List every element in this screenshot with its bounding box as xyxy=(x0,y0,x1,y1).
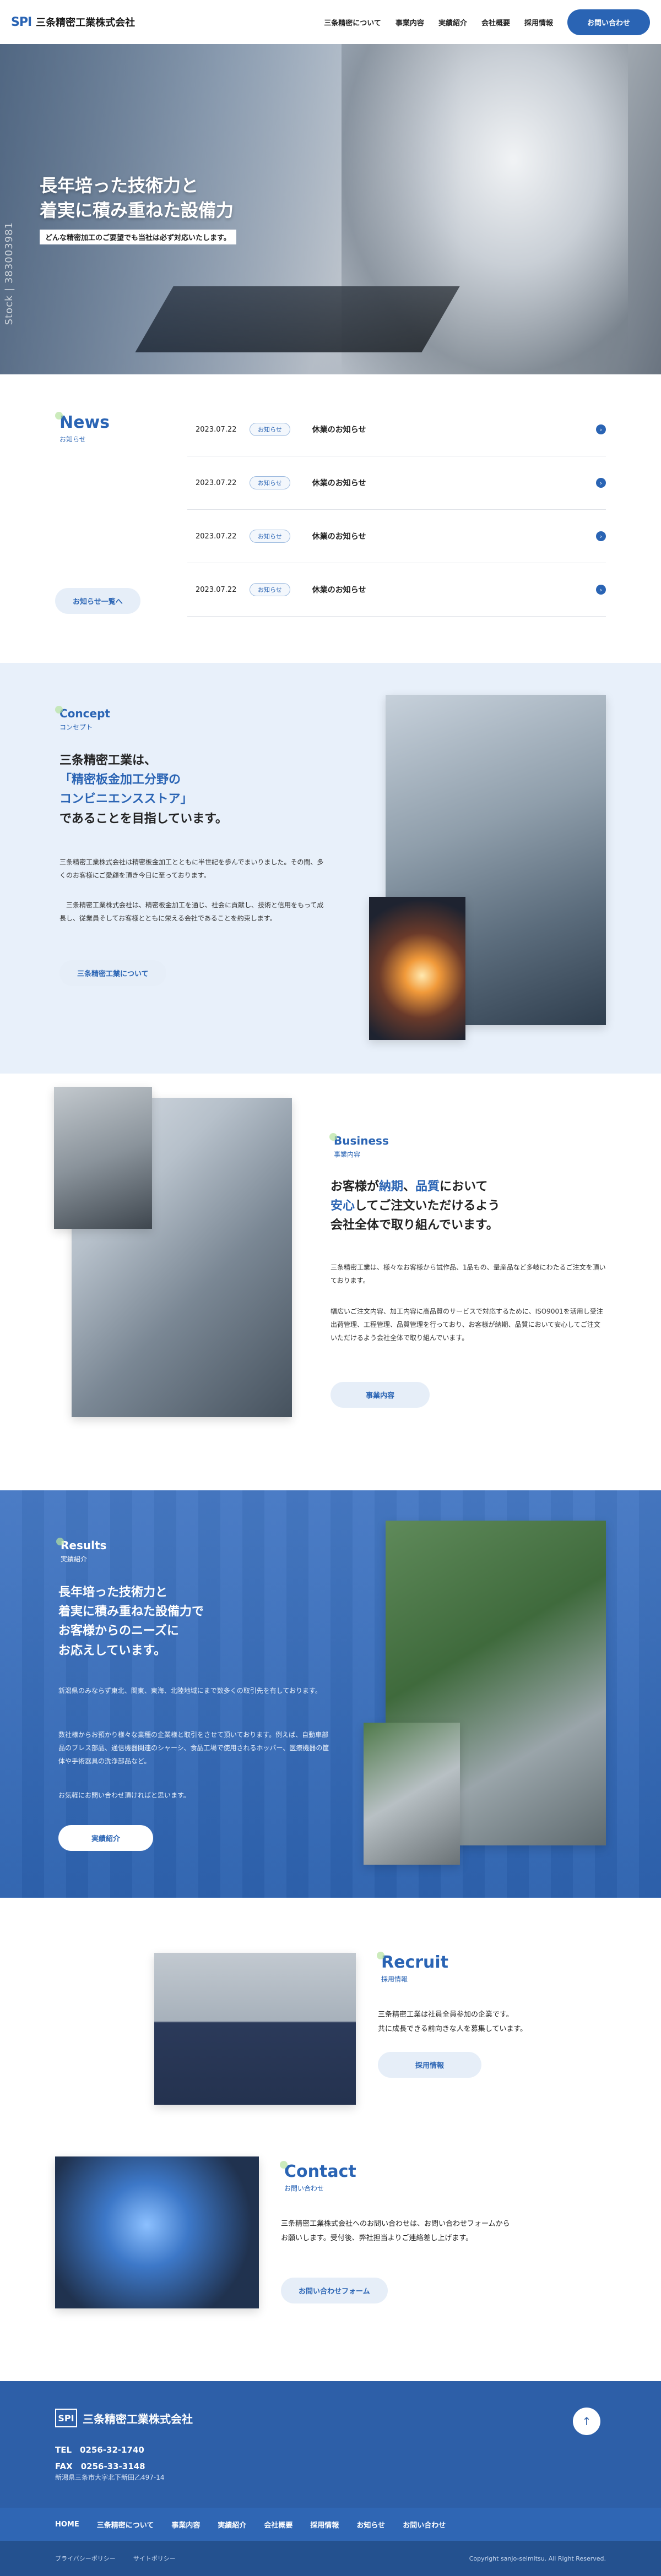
business-paragraph: 三条精密工業は、様々なお客様から試作品、1品もの、量産品など多岐にわたるご注文を… xyxy=(330,1264,606,1284)
site-logo[interactable]: SPI 三条精密工業株式会社 xyxy=(11,15,135,29)
news-date: 2023.07.22 xyxy=(196,478,237,487)
logo-text: 三条精密工業株式会社 xyxy=(36,17,136,29)
footer-address: 新潟県三条市大字北下新田乙497-14 xyxy=(55,2474,165,2481)
news-title-text: 休業のお知らせ xyxy=(312,479,366,488)
recruit-section: Recruit 採用情報 三条精密工業は社員全員参加の企業です。 共に成長できる… xyxy=(0,1898,661,2156)
hero-photo-credit: Stock | 383003981 xyxy=(3,221,15,325)
footer-nav-results[interactable]: 実績紹介 xyxy=(218,2519,246,2530)
recruit-paragraph: 三条精密工業は社員全員参加の企業です。 共に成長できる前向きな人を募集しています… xyxy=(378,2011,528,2033)
nav-business[interactable]: 事業内容 xyxy=(395,17,424,28)
nav-company[interactable]: 会社概要 xyxy=(481,17,510,28)
logo-mark: SPI xyxy=(11,15,32,29)
arrow-right-icon: › xyxy=(596,585,606,595)
contact-photo-mail xyxy=(55,2156,259,2308)
concept-paragraph: 三条精密工業株式会社は、精密板金加工を通じ、社会に貢献し、技術と信用をもって成長… xyxy=(59,901,324,922)
nav-recruit[interactable]: 採用情報 xyxy=(524,17,553,28)
privacy-policy-link[interactable]: プライバシーポリシー xyxy=(55,2554,116,2563)
site-footer: SPI 三条精密工業株式会社 TEL 0256-32-1740 FAX 0256… xyxy=(0,2381,661,2576)
footer-nav-contact[interactable]: お問い合わせ xyxy=(403,2519,446,2530)
results-photo-parts-detail xyxy=(364,1723,460,1865)
recruit-title: Recruit 採用情報 xyxy=(377,1952,448,1984)
news-list: 2023.07.22 お知らせ 休業のお知らせ › 2023.07.22 お知ら… xyxy=(187,403,606,617)
nav-about[interactable]: 三条精密について xyxy=(324,17,381,28)
business-photo-bending xyxy=(54,1087,152,1229)
arrow-right-icon: › xyxy=(596,531,606,541)
global-nav: 三条精密について 事業内容 実績紹介 会社概要 採用情報 xyxy=(324,17,553,28)
news-item[interactable]: 2023.07.22 お知らせ 休業のお知らせ › xyxy=(187,403,606,456)
footer-nav-about[interactable]: 三条精密について xyxy=(97,2519,154,2530)
hero-tagline: どんな精密加工のご要望でも当社は必ず対応いたします。 xyxy=(40,229,236,244)
news-item[interactable]: 2023.07.22 お知らせ 休業のお知らせ › xyxy=(187,456,606,510)
hero: 長年培った技術力と 着実に積み重ねた設備力 どんな精密加工のご要望でも当社は必ず… xyxy=(0,44,661,374)
footer-bottom-bar: プライバシーポリシー サイトポリシー Copyright sanjo-seimi… xyxy=(0,2541,661,2576)
results-button[interactable]: 実績紹介 xyxy=(58,1825,154,1851)
footer-nav-recruit[interactable]: 採用情報 xyxy=(310,2519,339,2530)
news-title-text: 休業のお知らせ xyxy=(312,586,366,595)
news-item[interactable]: 2023.07.22 お知らせ 休業のお知らせ › xyxy=(187,563,606,617)
news-date: 2023.07.22 xyxy=(196,425,237,434)
news-date: 2023.07.22 xyxy=(196,585,237,594)
arrow-right-icon: › xyxy=(596,478,606,488)
back-to-top-button[interactable]: ↑ xyxy=(573,2408,600,2435)
news-badge: お知らせ xyxy=(250,423,290,436)
news-badge: お知らせ xyxy=(250,583,290,596)
hero-copy: 長年培った技術力と 着実に積み重ねた設備力 どんな精密加工のご要望でも当社は必ず… xyxy=(40,173,236,244)
news-list-button[interactable]: お知らせ一覧へ xyxy=(55,588,140,614)
business-button[interactable]: 事業内容 xyxy=(330,1382,430,1408)
results-title: Results 実績紹介 xyxy=(56,1538,106,1564)
business-section: Business 事業内容 お客様が納期、品質において 安心してご注文いただける… xyxy=(0,1074,661,1490)
news-badge: お知らせ xyxy=(250,530,290,543)
contact-paragraph: 三条精密工業株式会社へのお問い合わせは、お問い合わせフォームからお願いします。受… xyxy=(281,2220,510,2242)
site-header: SPI 三条精密工業株式会社 三条精密について 事業内容 実績紹介 会社概要 採… xyxy=(0,0,661,44)
concept-about-button[interactable]: 三条精密工業について xyxy=(59,960,166,986)
concept-title: Concept コンセプト xyxy=(55,706,110,732)
results-paragraph: 数社様からお預かり様々な業種の企業様と取引をさせて頂いております。例えば、自動車… xyxy=(58,1731,329,1765)
footer-company-name: 三条精密工業株式会社 xyxy=(83,2412,193,2426)
footer-nav-business[interactable]: 事業内容 xyxy=(171,2519,200,2530)
news-title: News お知らせ xyxy=(55,412,110,444)
footer-contact-info: TEL 0256-32-1740 FAX 0256-33-3148 xyxy=(55,2442,145,2475)
concept-section: Concept コンセプト 三条精密工業は、 「精密板金加工分野の コンビニエン… xyxy=(0,663,661,1074)
header-contact-button[interactable]: お問い合わせ xyxy=(567,9,650,35)
concept-paragraph: 三条精密工業株式会社は精密板金加工とともに半世紀を歩んでまいりました。その間、多… xyxy=(59,858,324,879)
results-paragraph: 新潟県のみならず東北、関東、東海、北陸地域にまで数多くの取引先を有しております。 xyxy=(58,1687,322,1695)
results-section: Results 実績紹介 長年培った技術力と 着実に積み重ねた設備力で お客様か… xyxy=(0,1490,661,1898)
results-paragraph: お気軽にお問い合わせ頂ければと思います。 xyxy=(58,1791,190,1799)
footer-nav-news[interactable]: お知らせ xyxy=(356,2519,385,2530)
contact-title: Contact お問い合わせ xyxy=(280,2161,356,2193)
arrow-right-icon: › xyxy=(596,424,606,434)
news-title-text: 休業のお知らせ xyxy=(312,532,366,541)
footer-logo[interactable]: SPI 三条精密工業株式会社 xyxy=(55,2409,193,2427)
results-heading: 長年培った技術力と 着実に積み重ねた設備力で お客様からのニーズに お応えしてい… xyxy=(58,1586,204,1658)
hero-title: 長年培った技術力と 着実に積み重ねた設備力 xyxy=(40,175,234,221)
footer-tel: TEL 0256-32-1740 xyxy=(55,2445,144,2455)
footer-nav-home[interactable]: HOME xyxy=(55,2520,79,2529)
footer-nav-company[interactable]: 会社概要 xyxy=(264,2519,292,2530)
concept-photo-sparks xyxy=(369,897,465,1040)
contact-section: Contact お問い合わせ 三条精密工業株式会社へのお問い合わせは、お問い合わ… xyxy=(0,2156,661,2381)
nav-results[interactable]: 実績紹介 xyxy=(438,17,467,28)
news-badge: お知らせ xyxy=(250,476,290,489)
site-policy-link[interactable]: サイトポリシー xyxy=(133,2554,176,2563)
news-title-text: 休業のお知らせ xyxy=(312,426,366,434)
news-item[interactable]: 2023.07.22 お知らせ 休業のお知らせ › xyxy=(187,510,606,563)
copyright: Copyright sanjo-seimitsu. All Right Rese… xyxy=(469,2555,606,2562)
footer-nav: HOME 三条精密について 事業内容 実績紹介 会社概要 採用情報 お知らせ お… xyxy=(0,2508,661,2541)
business-paragraph: 幅広いご注文内容、加工内容に高品質のサービスで対応するために、ISO9001を活… xyxy=(330,1308,603,1342)
business-title: Business 事業内容 xyxy=(329,1133,389,1159)
contact-form-button[interactable]: お問い合わせフォーム xyxy=(281,2278,388,2303)
recruit-photo-staff xyxy=(154,1953,356,2105)
footer-logo-mark: SPI xyxy=(55,2409,77,2427)
recruit-button[interactable]: 採用情報 xyxy=(378,2052,482,2078)
news-section: News お知らせ お知らせ一覧へ 2023.07.22 お知らせ 休業のお知ら… xyxy=(0,374,661,663)
news-date: 2023.07.22 xyxy=(196,532,237,541)
business-heading: お客様が納期、品質において 安心してご注文いただけるよう 会社全体で取り組んでい… xyxy=(330,1180,500,1233)
concept-heading: 三条精密工業は、 「精密板金加工分野の コンビニエンスストア」 であることを目指… xyxy=(59,754,227,826)
